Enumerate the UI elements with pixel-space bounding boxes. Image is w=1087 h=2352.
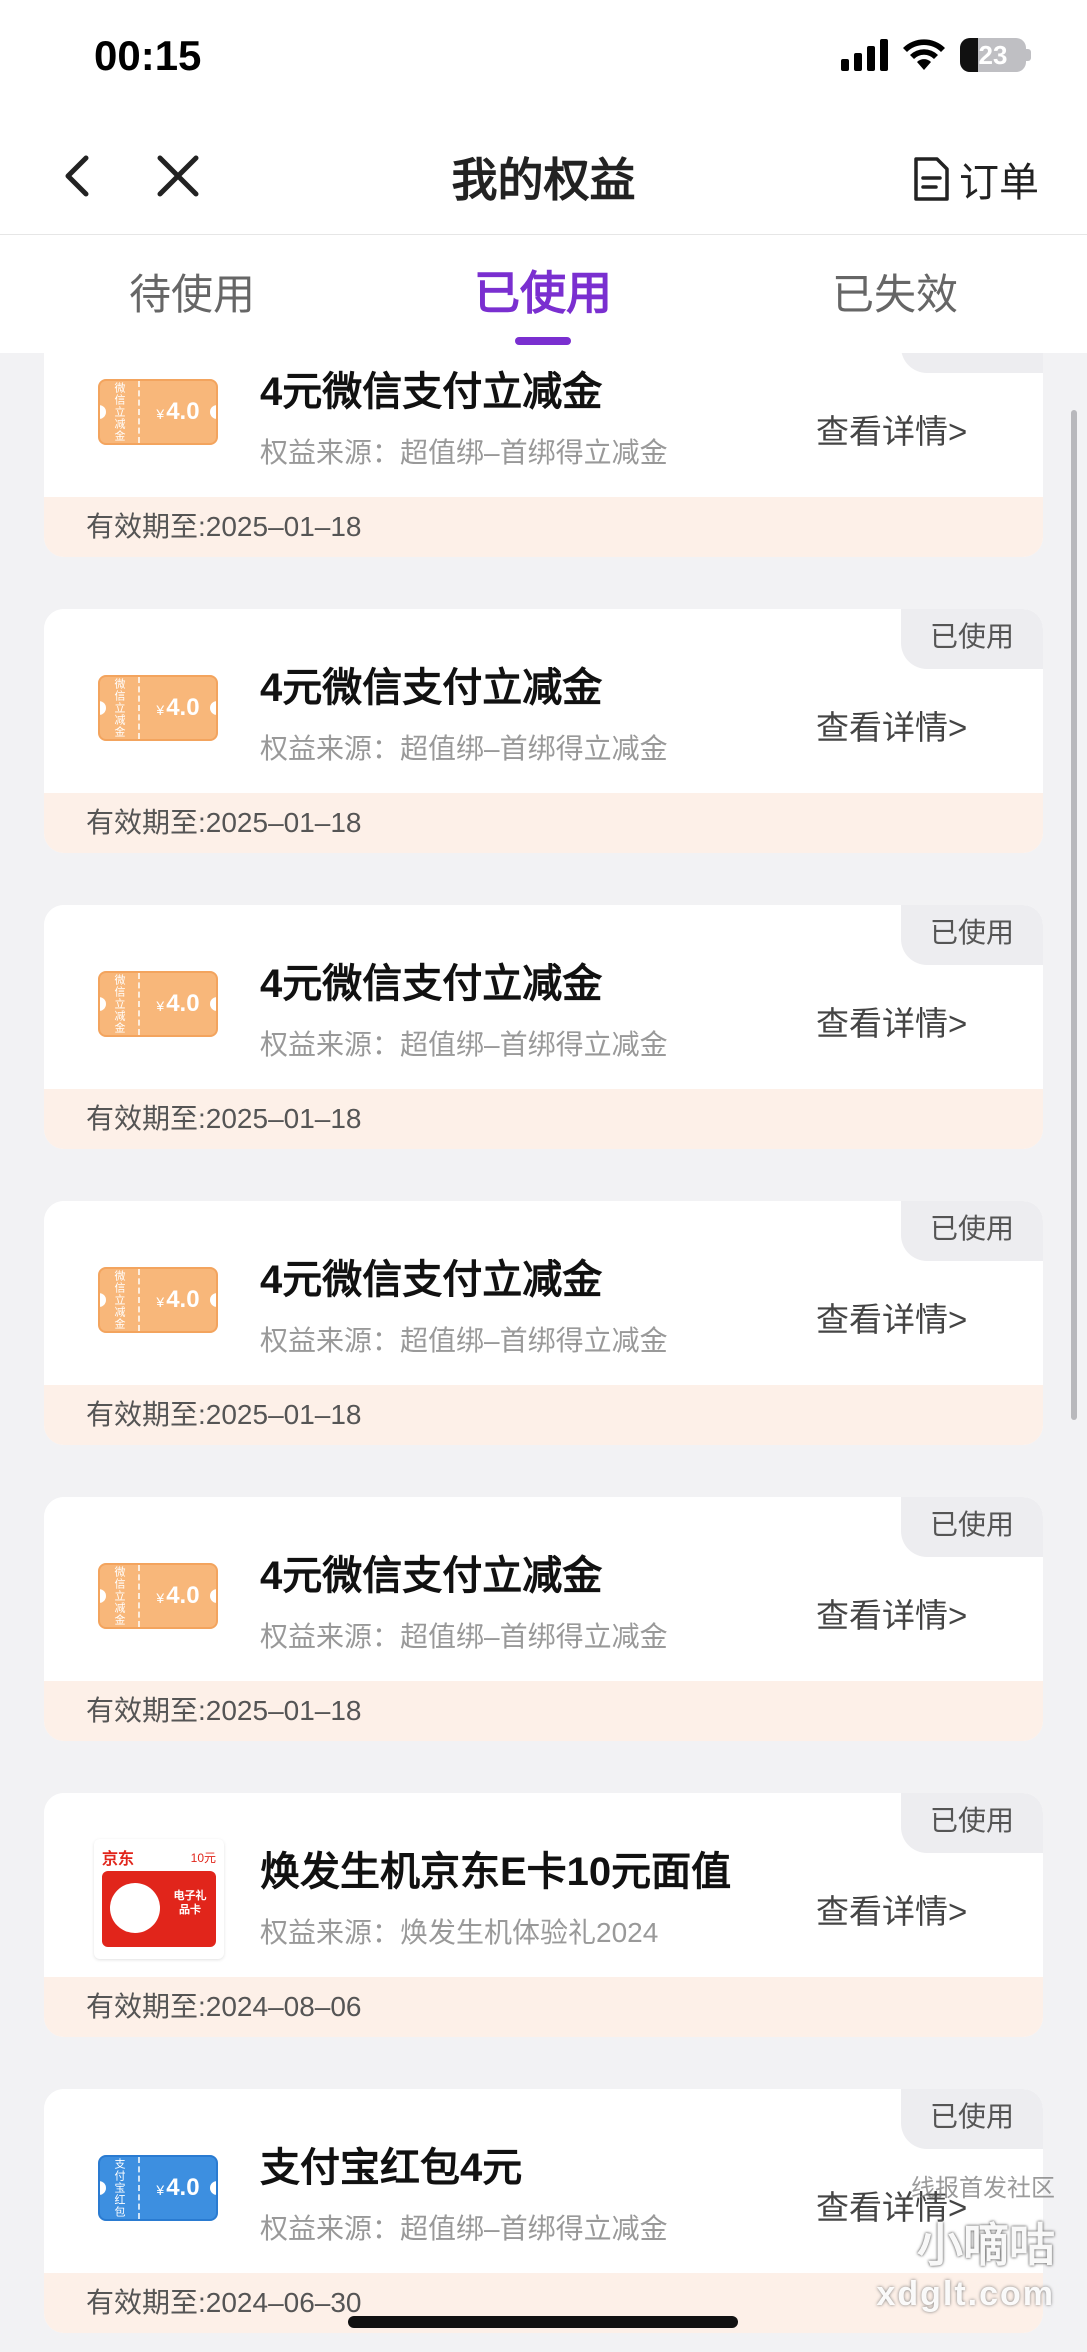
jd-ecard-icon: 京东 10元 电子礼品卡 (94, 1839, 224, 1959)
coupon-value: 4.0 (166, 2174, 200, 2201)
view-details-link[interactable]: 查看详情> (816, 1885, 967, 1933)
scrollbar[interactable] (1071, 410, 1077, 1420)
status-badge: 已使用 (901, 609, 1043, 669)
card-source: 权益来源：超值绑–首绑得立减金 (260, 1325, 668, 1356)
view-details-link[interactable]: 查看详情> (816, 1589, 967, 1637)
alipay-coupon-icon: 支付宝红包 ¥4.0 (98, 2155, 218, 2221)
card-source: 权益来源：超值绑–首绑得立减金 (260, 2213, 668, 2244)
coupon-currency: ¥ (156, 406, 165, 422)
coupon-value: 4.0 (166, 1582, 200, 1609)
jd-mascot-icon (110, 1883, 160, 1933)
active-tab-indicator (515, 337, 571, 345)
tab-used[interactable]: 已使用 (393, 257, 693, 323)
tab-expired[interactable]: 已失效 (745, 261, 1045, 322)
coupon-value: 4.0 (166, 990, 200, 1017)
benefit-card[interactable]: 微信立减金 ¥4.0 4元微信支付立减金 权益来源：超值绑–首绑得立减金 查看详… (44, 1201, 1043, 1445)
card-source: 权益来源：超值绑–首绑得立减金 (260, 1029, 668, 1060)
coupon-label: 微信立减金 (100, 1565, 140, 1627)
battery-icon: 23 (960, 38, 1031, 72)
coupon-label: 微信立减金 (100, 1269, 140, 1331)
card-title: 4元微信支付立减金 (260, 666, 603, 710)
benefit-card[interactable]: 微信立减金 ¥4.0 4元微信支付立减金 权益来源：超值绑–首绑得立减金 查看详… (44, 905, 1043, 1149)
card-title: 4元微信支付立减金 (260, 370, 603, 414)
card-title: 4元微信支付立减金 (260, 1554, 603, 1598)
coupon-label: 微信立减金 (100, 973, 140, 1035)
benefit-card[interactable]: 微信立减金 ¥4.0 4元微信支付立减金 权益来源：超值绑–首绑得立减金 查看详… (44, 1497, 1043, 1741)
wechat-coupon-icon: 微信立减金 ¥4.0 (98, 1563, 218, 1629)
card-title: 支付宝红包4元 (260, 2146, 523, 2190)
jd-card-text: 电子礼品卡 (173, 1890, 207, 1916)
status-bar: 00:15 23 (0, 0, 1087, 120)
home-indicator[interactable] (348, 2316, 738, 2328)
view-details-link[interactable]: 查看详情> (816, 997, 967, 1045)
status-badge: 已使用 (901, 905, 1043, 965)
expiry-date: 有效期至:2024–08–06 (44, 1977, 1043, 2037)
expiry-date: 有效期至:2025–01–18 (44, 1089, 1043, 1149)
expiry-date: 有效期至:2025–01–18 (44, 1385, 1043, 1445)
wechat-coupon-icon: 微信立减金 ¥4.0 (98, 1267, 218, 1333)
coupon-currency: ¥ (156, 1590, 165, 1606)
coupon-value: 4.0 (166, 1286, 200, 1313)
order-label: 订单 (959, 161, 1039, 205)
wechat-coupon-icon: 微信立减金 ¥4.0 (98, 379, 218, 445)
wifi-icon (903, 39, 945, 70)
card-title: 焕发生机京东E卡10元面值 (260, 1850, 732, 1894)
tab-unused[interactable]: 待使用 (42, 261, 342, 322)
coupon-currency: ¥ (156, 998, 165, 1014)
watermark: 线报首发社区 小嘀咕 xdglt.com (855, 2168, 1055, 2314)
signal-icon (841, 39, 888, 71)
coupon-label: 微信立减金 (100, 381, 140, 443)
benefit-list: 微信立减金 ¥4.0 4元微信支付立减金 权益来源：超值绑–首绑得立减金 查看详… (0, 353, 1087, 2352)
watermark-top: 线报首发社区 (911, 2175, 1055, 2202)
card-source: 权益来源：焕发生机体验礼2024 (260, 1917, 659, 1948)
coupon-label: 支付宝红包 (100, 2157, 140, 2219)
battery-percent: 23 (978, 39, 1008, 70)
view-details-link[interactable]: 查看详情> (816, 701, 967, 749)
watermark-main: 小嘀咕 (917, 2219, 1055, 2271)
coupon-label: 微信立减金 (100, 677, 140, 739)
status-badge: 已使用 (901, 1497, 1043, 1557)
status-icons: 23 (841, 38, 1031, 72)
status-time: 00:15 (94, 32, 202, 79)
expiry-date: 有效期至:2025–01–18 (44, 793, 1043, 853)
wechat-coupon-icon: 微信立减金 ¥4.0 (98, 971, 218, 1037)
card-title: 4元微信支付立减金 (260, 1258, 603, 1302)
jd-amount: 10元 (190, 1850, 216, 1865)
status-badge: 已使用 (901, 2089, 1043, 2149)
coupon-value: 4.0 (166, 398, 200, 425)
coupon-currency: ¥ (156, 702, 165, 718)
expiry-date: 有效期至:2025–01–18 (44, 1681, 1043, 1741)
coupon-value: 4.0 (166, 694, 200, 721)
document-icon (914, 157, 949, 201)
card-source: 权益来源：超值绑–首绑得立减金 (260, 1621, 668, 1652)
card-source: 权益来源：超值绑–首绑得立减金 (260, 733, 668, 764)
status-badge: 已使用 (901, 1201, 1043, 1261)
order-button[interactable]: 订单 (911, 150, 1039, 208)
jd-logo: 京东 (102, 1851, 135, 1868)
coupon-currency: ¥ (156, 2182, 165, 2198)
wechat-coupon-icon: 微信立减金 ¥4.0 (98, 675, 218, 741)
view-details-link[interactable]: 查看详情> (816, 405, 967, 453)
tab-bar: 待使用 已使用 已失效 (0, 235, 1087, 353)
watermark-url: xdglt.com (876, 2275, 1055, 2313)
benefit-card[interactable]: 京东 10元 电子礼品卡 焕发生机京东E卡10元面值 权益来源：焕发生机体验礼2… (44, 1793, 1043, 2037)
coupon-currency: ¥ (156, 1294, 165, 1310)
benefit-card[interactable]: 微信立减金 ¥4.0 4元微信支付立减金 权益来源：超值绑–首绑得立减金 查看详… (44, 609, 1043, 853)
benefit-card[interactable]: 微信立减金 ¥4.0 4元微信支付立减金 权益来源：超值绑–首绑得立减金 查看详… (44, 353, 1043, 557)
view-details-link[interactable]: 查看详情> (816, 1293, 967, 1341)
card-source: 权益来源：超值绑–首绑得立减金 (260, 437, 668, 468)
status-badge: 已使用 (901, 353, 1043, 373)
nav-bar: 我的权益 订单 (0, 120, 1087, 235)
status-badge: 已使用 (901, 1793, 1043, 1853)
card-title: 4元微信支付立减金 (260, 962, 603, 1006)
expiry-date: 有效期至:2025–01–18 (44, 497, 1043, 557)
